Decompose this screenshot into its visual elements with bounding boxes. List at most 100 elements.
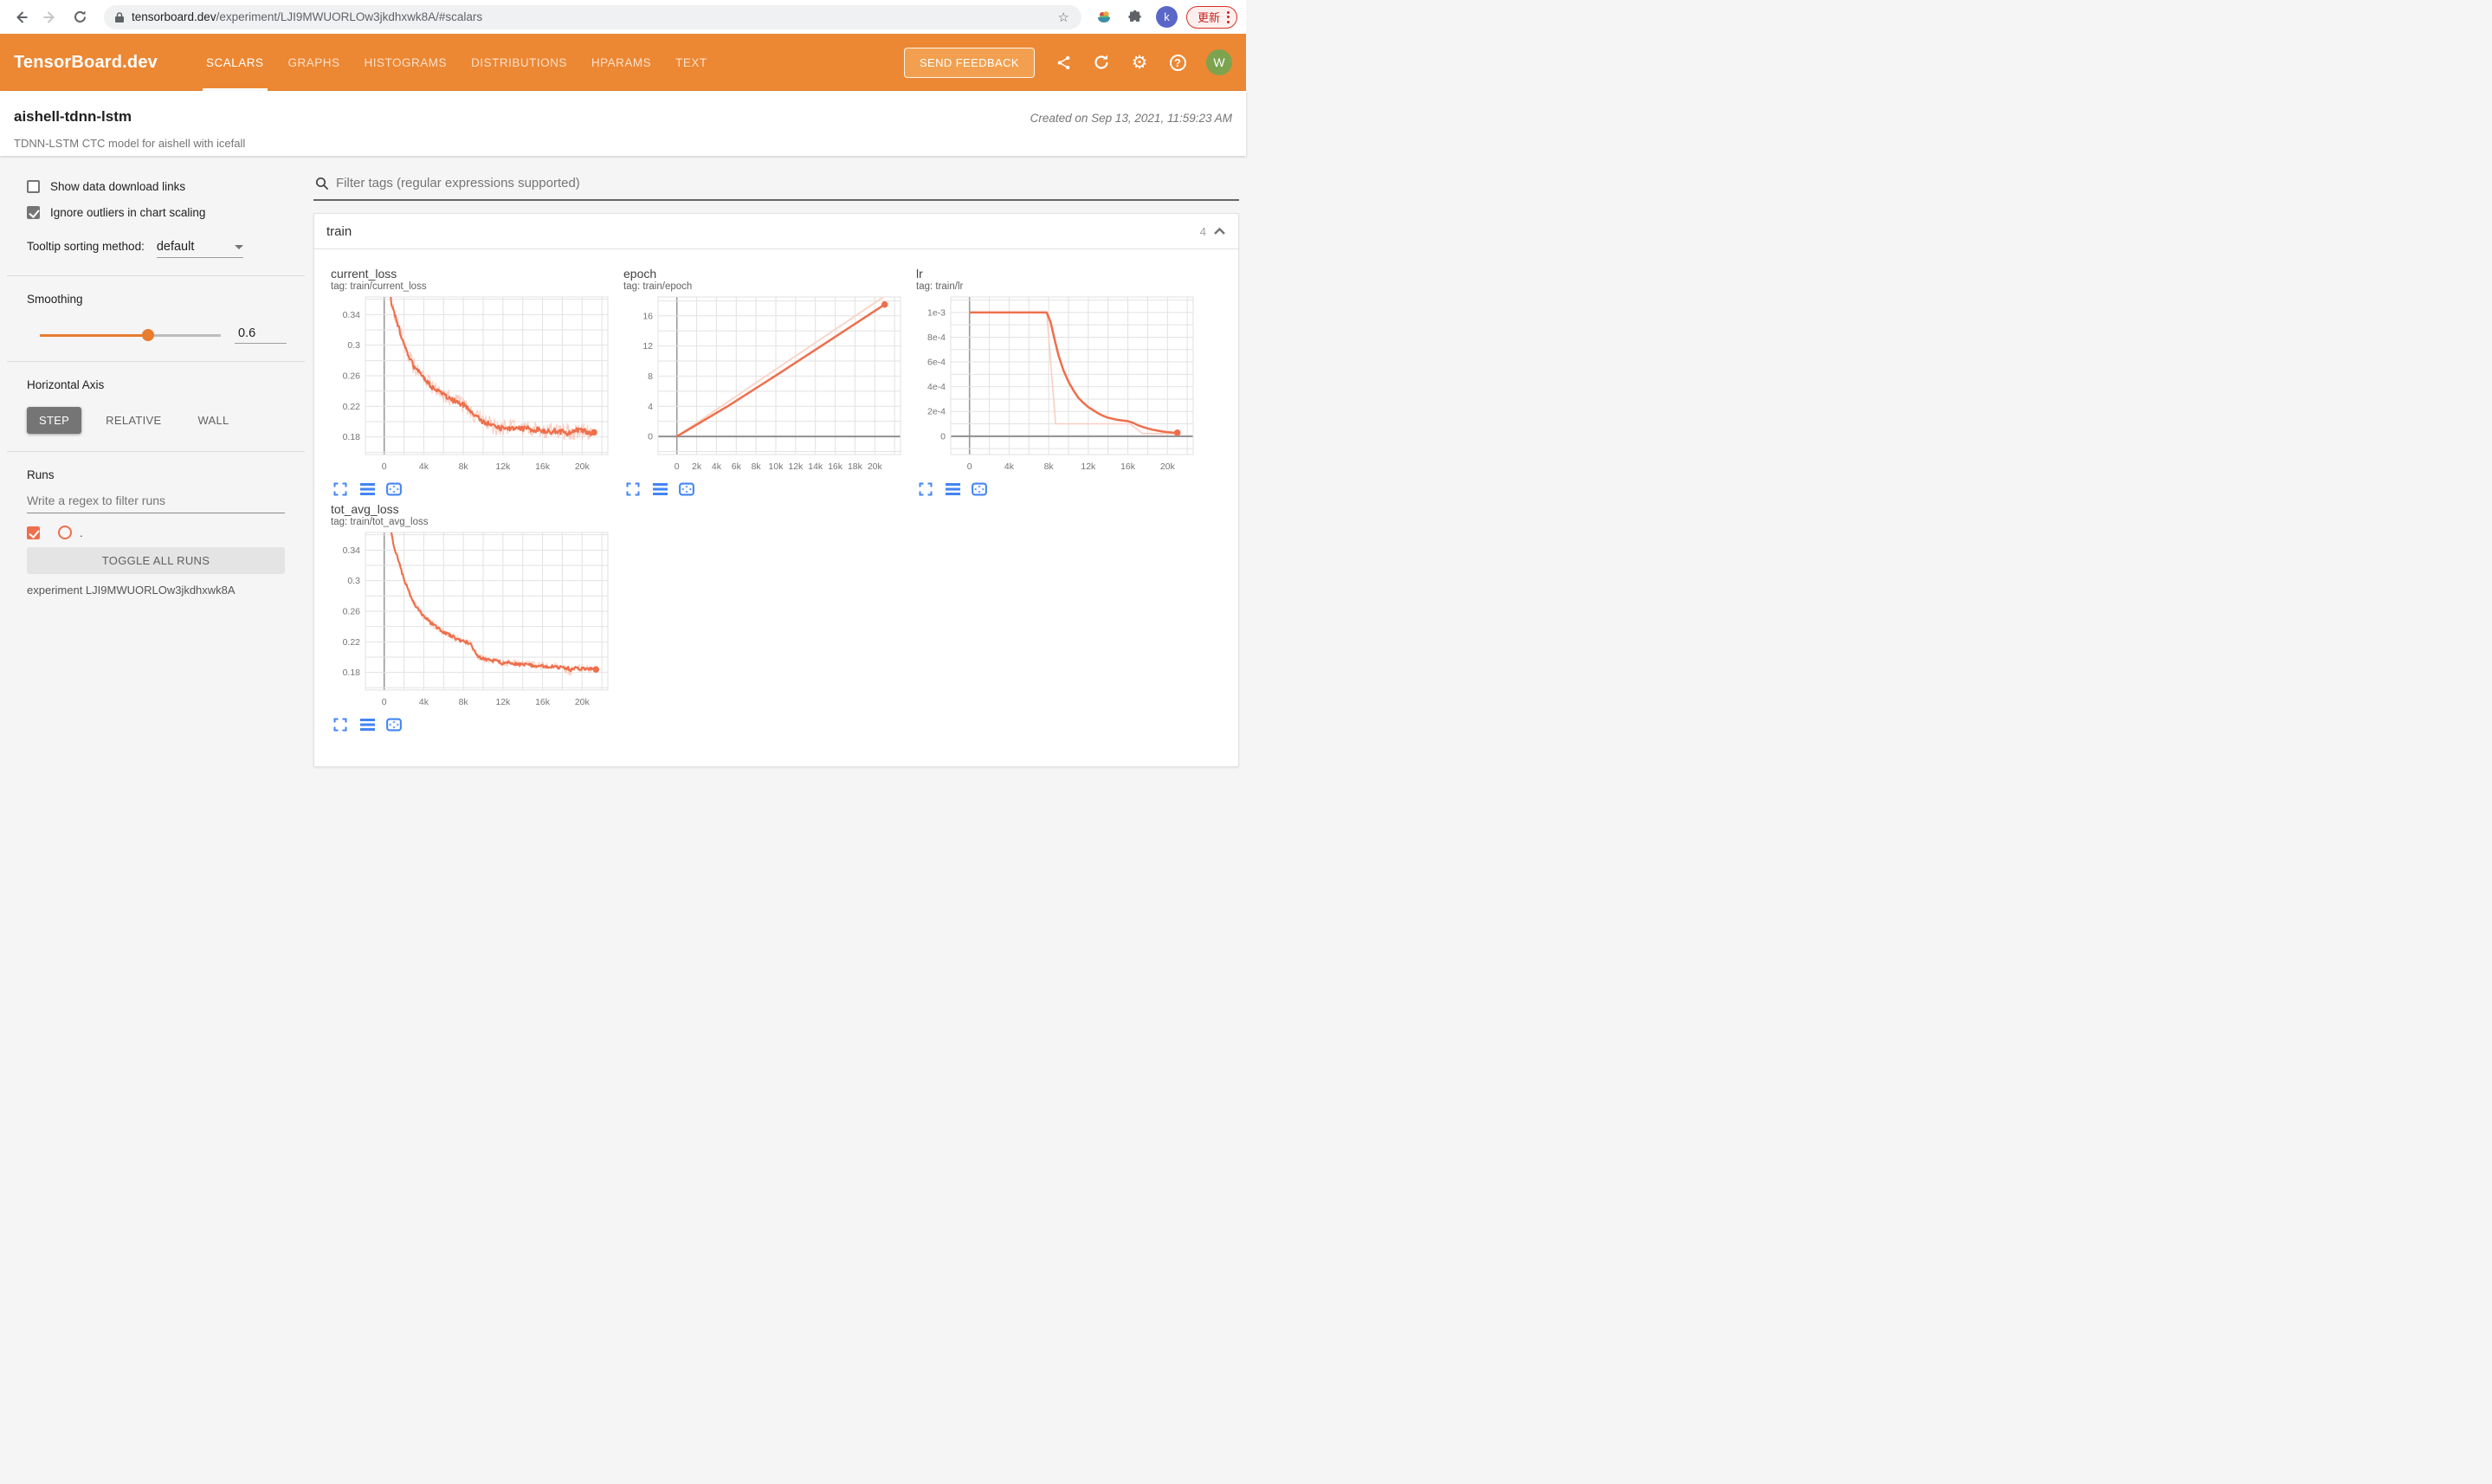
svg-text:16k: 16k bbox=[535, 461, 551, 472]
toggle-all-runs-button[interactable]: TOGGLE ALL RUNS bbox=[27, 547, 285, 574]
collapse-chevron-icon[interactable] bbox=[1213, 227, 1226, 236]
experiment-header: aishell-tdnn-lstm TDNN-LSTM CTC model fo… bbox=[0, 91, 1246, 156]
ignore-outliers-checkbox[interactable] bbox=[27, 206, 40, 219]
app-title: TensorBoard.dev bbox=[14, 52, 158, 72]
train-card-header[interactable]: train 4 bbox=[314, 214, 1238, 249]
expand-icon[interactable] bbox=[625, 481, 641, 497]
runs-filter-input[interactable]: Write a regex to filter runs bbox=[27, 494, 285, 513]
smoothing-value-input[interactable]: 0.6 bbox=[235, 326, 287, 344]
run-row[interactable]: . bbox=[27, 526, 313, 539]
browser-menu-icon[interactable] bbox=[1227, 10, 1230, 23]
slider-thumb[interactable] bbox=[142, 329, 155, 341]
help-icon[interactable]: ? bbox=[1168, 53, 1187, 72]
url-bar[interactable]: tensorboard.dev/experiment/LJI9MWUORLOw3… bbox=[104, 4, 1081, 29]
experiment-description: TDNN-LSTM CTC model for aishell with ice… bbox=[14, 137, 246, 150]
chart-plot[interactable]: 0 4k 8k 12k 16k 20k 0.18 0.22 0.26 0.3 0.34 bbox=[331, 292, 623, 480]
svg-text:12k: 12k bbox=[495, 697, 511, 707]
axis-button-step[interactable]: STEP bbox=[27, 407, 82, 434]
forward-icon[interactable] bbox=[38, 5, 62, 29]
chart-plot[interactable]: 0 4k 8k 12k 16k 20k 0 2e-4 4e-4 6e-4 8e-4 1e-3 bbox=[916, 292, 1209, 480]
svg-text:8k: 8k bbox=[1044, 461, 1055, 472]
app-header: TensorBoard.dev SCALARS GRAPHS HISTOGRAMS D… bbox=[0, 34, 1246, 91]
expand-icon[interactable] bbox=[332, 717, 348, 732]
fit-domain-icon[interactable] bbox=[386, 481, 402, 497]
chart-grid: current_loss tag: train/current_loss 0 4k… bbox=[314, 249, 1238, 738]
svg-text:0.3: 0.3 bbox=[347, 340, 360, 351]
scalar-chart-lr: lr tag: train/lr 0 4k 8k 12k 16k 20k 0 2e-4 4e-4… bbox=[916, 267, 1209, 497]
svg-text:0.26: 0.26 bbox=[343, 371, 361, 382]
experiment-created: Created on Sep 13, 2021, 11:59:23 AM bbox=[1030, 112, 1232, 125]
svg-text:0: 0 bbox=[382, 461, 387, 472]
settings-sidebar: Show data download links Ignore outliers… bbox=[0, 156, 313, 776]
horizontal-axis-buttons: STEP RELATIVE WALL bbox=[27, 407, 313, 434]
ignore-outliers-row[interactable]: Ignore outliers in chart scaling bbox=[27, 206, 313, 219]
svg-text:8: 8 bbox=[648, 371, 653, 382]
runs-selector-icon[interactable] bbox=[359, 717, 375, 732]
browser-profile-avatar[interactable]: k bbox=[1155, 6, 1178, 28]
runs-selector-icon[interactable] bbox=[945, 481, 960, 497]
show-download-links-checkbox[interactable] bbox=[27, 180, 40, 193]
tab-hparams[interactable]: HPARAMS bbox=[579, 34, 663, 91]
chart-tag: tag: train/lr bbox=[916, 281, 964, 292]
send-feedback-button[interactable]: SEND FEEDBACK bbox=[903, 47, 1035, 78]
fit-domain-icon[interactable] bbox=[972, 481, 987, 497]
expand-icon[interactable] bbox=[332, 481, 348, 497]
svg-text:12k: 12k bbox=[495, 461, 511, 472]
run-checkbox[interactable] bbox=[27, 526, 40, 539]
expand-icon[interactable] bbox=[918, 481, 933, 497]
show-download-links-row[interactable]: Show data download links bbox=[27, 180, 313, 193]
svg-text:8e-4: 8e-4 bbox=[927, 332, 946, 343]
axis-button-wall[interactable]: WALL bbox=[185, 407, 241, 434]
axis-button-relative[interactable]: RELATIVE bbox=[94, 407, 173, 434]
svg-text:4k: 4k bbox=[1004, 461, 1015, 472]
group-name: train bbox=[326, 223, 352, 239]
svg-text:0.34: 0.34 bbox=[343, 545, 361, 556]
tag-filter-row[interactable]: Filter tags (regular expressions support… bbox=[313, 176, 1239, 201]
tab-histograms[interactable]: HISTOGRAMS bbox=[352, 34, 460, 91]
tab-text[interactable]: TEXT bbox=[663, 34, 720, 91]
tab-graphs[interactable]: GRAPHS bbox=[276, 34, 352, 91]
svg-text:0.18: 0.18 bbox=[343, 668, 361, 678]
back-icon[interactable] bbox=[9, 5, 33, 29]
horizontal-axis-label: Horizontal Axis bbox=[27, 378, 105, 391]
svg-text:16k: 16k bbox=[828, 461, 843, 472]
svg-text:0: 0 bbox=[940, 431, 946, 442]
user-avatar[interactable]: W bbox=[1206, 49, 1232, 75]
tab-distributions[interactable]: DISTRIBUTIONS bbox=[459, 34, 579, 91]
browser-update-button[interactable]: 更新 bbox=[1185, 5, 1237, 29]
svg-text:0.34: 0.34 bbox=[343, 310, 361, 320]
chart-title: current_loss bbox=[331, 267, 397, 281]
experiment-name: aishell-tdnn-lstm bbox=[14, 108, 132, 125]
svg-text:12k: 12k bbox=[788, 461, 804, 472]
fit-domain-icon[interactable] bbox=[386, 717, 402, 732]
svg-text:0: 0 bbox=[382, 697, 387, 707]
extensions-puzzle-icon[interactable] bbox=[1124, 6, 1146, 29]
reload-icon[interactable] bbox=[68, 5, 92, 29]
extension-bowl-icon[interactable] bbox=[1093, 6, 1115, 29]
chart-title: lr bbox=[916, 267, 923, 281]
svg-text:0.26: 0.26 bbox=[343, 607, 361, 617]
tooltip-sorting-dropdown[interactable]: default bbox=[156, 240, 243, 258]
svg-text:2k: 2k bbox=[692, 461, 702, 472]
refresh-icon[interactable] bbox=[1092, 53, 1111, 72]
svg-text:0.22: 0.22 bbox=[343, 637, 361, 648]
smoothing-slider[interactable] bbox=[40, 329, 221, 341]
gear-icon[interactable]: ⚙ bbox=[1130, 53, 1149, 72]
fit-domain-icon[interactable] bbox=[679, 481, 694, 497]
share-icon[interactable] bbox=[1054, 53, 1073, 72]
runs-selector-icon[interactable] bbox=[359, 481, 375, 497]
svg-text:0.18: 0.18 bbox=[343, 432, 361, 442]
chart-plot[interactable]: 0 4k 8k 12k 16k 20k 0.18 0.22 0.26 0.3 0.34 bbox=[331, 527, 623, 715]
svg-text:12: 12 bbox=[642, 341, 653, 352]
svg-text:4k: 4k bbox=[712, 461, 722, 472]
svg-text:2e-4: 2e-4 bbox=[927, 407, 946, 417]
chart-plot[interactable]: 0 2k 4k 6k 8k 10k 12k 14k 16k 18k 20k 0 4 8 12 16 bbox=[623, 292, 916, 480]
tab-scalars[interactable]: SCALARS bbox=[194, 34, 276, 91]
main-panel: Filter tags (regular expressions support… bbox=[313, 156, 1246, 776]
chart-title: tot_avg_loss bbox=[331, 502, 399, 516]
chart-tag: tag: train/tot_avg_loss bbox=[331, 517, 429, 527]
svg-text:20k: 20k bbox=[575, 697, 591, 707]
runs-selector-icon[interactable] bbox=[652, 481, 668, 497]
star-icon[interactable]: ☆ bbox=[1055, 10, 1073, 25]
svg-text:12k: 12k bbox=[1081, 461, 1096, 472]
